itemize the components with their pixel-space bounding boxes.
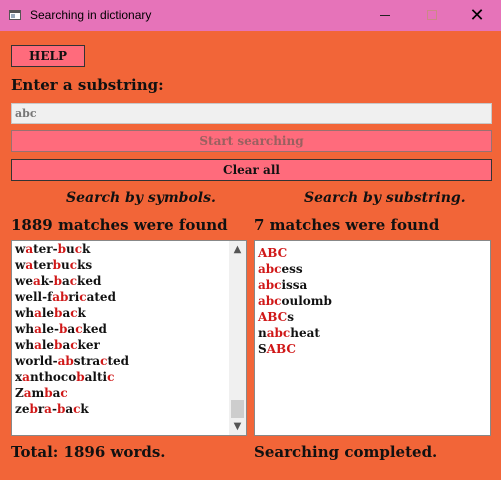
search-input[interactable] — [11, 103, 492, 124]
list-item[interactable]: SABC — [258, 341, 332, 357]
close-icon: ✕ — [469, 5, 485, 26]
list-item[interactable]: zebra-back — [15, 401, 129, 417]
list-item[interactable]: waterbucks — [15, 257, 129, 273]
scroll-up-arrow-icon[interactable]: ▲ — [229, 241, 246, 258]
list-item[interactable]: abcess — [258, 261, 332, 277]
window-app-icon — [9, 10, 21, 20]
list-item[interactable]: ABC — [258, 245, 332, 261]
substring-match-count: 7 matches were found — [254, 216, 440, 234]
close-button[interactable]: ✕ — [454, 0, 500, 31]
start-searching-button[interactable]: Start searching — [11, 130, 492, 152]
symbols-match-count: 1889 matches were found — [11, 216, 228, 234]
list-item[interactable]: world-abstracted — [15, 353, 129, 369]
scroll-down-arrow-icon[interactable]: ▼ — [229, 418, 246, 435]
scroll-thumb[interactable] — [231, 400, 244, 418]
vertical-scrollbar[interactable]: ▲ ▼ — [229, 241, 246, 435]
list-item[interactable]: well-fabricated — [15, 289, 129, 305]
list-item[interactable]: Zambac — [15, 385, 129, 401]
title-bar: Searching in dictionary ✕ — [0, 0, 501, 31]
window-title: Searching in dictionary — [30, 8, 152, 22]
list-item[interactable]: nabcheat — [258, 325, 332, 341]
symbols-results-list[interactable]: water-buck waterbucks weak-backed well-fabr… — [11, 240, 247, 436]
list-item[interactable]: whalebacker — [15, 337, 129, 353]
search-prompt-label: Enter a substring: — [11, 76, 164, 94]
list-item[interactable]: weak-backed — [15, 273, 129, 289]
list-item[interactable]: whaleback — [15, 305, 129, 321]
substring-results-list[interactable]: ABC abcess abcissa abcoulomb ABCs nabcheat SAB… — [254, 240, 491, 436]
substring-search-heading: Search by substring. — [304, 190, 466, 206]
minimize-button[interactable] — [362, 0, 408, 31]
help-button[interactable]: HELP — [11, 45, 85, 67]
list-item[interactable]: xanthocobaltic — [15, 369, 129, 385]
list-item[interactable]: abcoulomb — [258, 293, 332, 309]
maximize-icon — [427, 10, 437, 20]
clear-all-button[interactable]: Clear all — [11, 159, 492, 181]
list-item[interactable]: ABCs — [258, 309, 332, 325]
list-item[interactable]: water-buck — [15, 241, 129, 257]
list-item[interactable]: abcissa — [258, 277, 332, 293]
list-item[interactable]: whale-backed — [15, 321, 129, 337]
search-status: Searching completed. — [254, 443, 438, 461]
symbols-search-heading: Search by symbols. — [66, 190, 216, 206]
total-words-status: Total: 1896 words. — [11, 443, 166, 461]
minimize-icon — [380, 15, 390, 16]
maximize-button[interactable] — [408, 0, 454, 31]
